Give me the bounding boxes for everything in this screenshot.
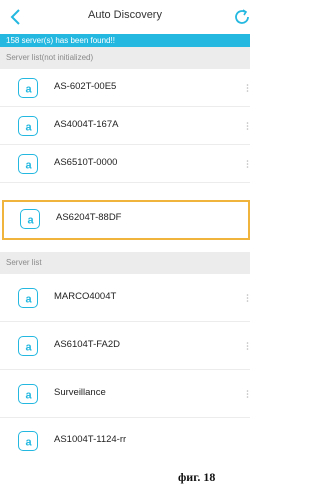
asustor-app-icon: a bbox=[20, 209, 40, 229]
asustor-app-icon: a bbox=[18, 336, 38, 356]
asustor-app-icon: a bbox=[18, 154, 38, 174]
found-count-banner: 158 server(s) has been found!! bbox=[0, 34, 250, 47]
app-header: Auto Discovery bbox=[0, 0, 250, 34]
more-options-icon[interactable] bbox=[246, 293, 249, 303]
server-row-selected[interactable]: a AS6204T-88DF bbox=[2, 200, 250, 240]
refresh-icon[interactable] bbox=[235, 9, 250, 25]
server-name: Surveillance bbox=[54, 387, 106, 398]
svg-text:a: a bbox=[27, 214, 34, 226]
more-options-icon[interactable] bbox=[246, 121, 249, 131]
server-name: AS6204T-88DF bbox=[56, 212, 122, 223]
svg-text:a: a bbox=[25, 389, 32, 401]
section-header-initialized: Server list bbox=[0, 252, 250, 274]
server-name: AS6104T-FA2D bbox=[54, 339, 121, 350]
server-row[interactable]: a Surveillance bbox=[0, 370, 250, 418]
asustor-app-icon: a bbox=[18, 116, 38, 136]
server-row[interactable]: a MARCO4004T bbox=[0, 274, 250, 322]
server-row[interactable]: a AS6104T-FA2D bbox=[0, 322, 250, 370]
svg-text:a: a bbox=[25, 83, 32, 95]
asustor-app-icon: a bbox=[18, 288, 38, 308]
figure-caption: фиг. 18 bbox=[178, 470, 216, 484]
server-name: AS1004T-1124-rr bbox=[54, 434, 127, 445]
server-name: MARCO4004T bbox=[54, 291, 117, 302]
server-row[interactable]: a AS1004T-1124-rr bbox=[0, 418, 250, 466]
more-options-icon[interactable] bbox=[246, 389, 249, 399]
server-row[interactable]: a AS-602T-00E5 bbox=[0, 69, 250, 107]
page-title: Auto Discovery bbox=[88, 9, 162, 21]
asustor-app-icon: a bbox=[18, 384, 38, 404]
svg-text:a: a bbox=[25, 121, 32, 133]
svg-text:a: a bbox=[25, 159, 32, 171]
server-name: AS-602T-00E5 bbox=[54, 81, 117, 92]
server-name: AS6510T-0000 bbox=[54, 157, 118, 168]
server-name: AS4004T-167A bbox=[54, 119, 119, 130]
more-options-icon[interactable] bbox=[246, 159, 249, 169]
section-header-uninitialized: Server list(not initialized) bbox=[0, 47, 250, 69]
svg-text:a: a bbox=[25, 293, 32, 305]
asustor-app-icon: a bbox=[18, 78, 38, 98]
more-options-icon[interactable] bbox=[246, 83, 249, 93]
server-row[interactable]: a AS6510T-0000 bbox=[0, 145, 250, 183]
more-options-icon[interactable] bbox=[246, 341, 249, 351]
svg-text:a: a bbox=[25, 341, 32, 353]
server-row[interactable]: a AS4004T-167A bbox=[0, 107, 250, 145]
svg-text:a: a bbox=[25, 436, 32, 448]
asustor-app-icon: a bbox=[18, 431, 38, 451]
